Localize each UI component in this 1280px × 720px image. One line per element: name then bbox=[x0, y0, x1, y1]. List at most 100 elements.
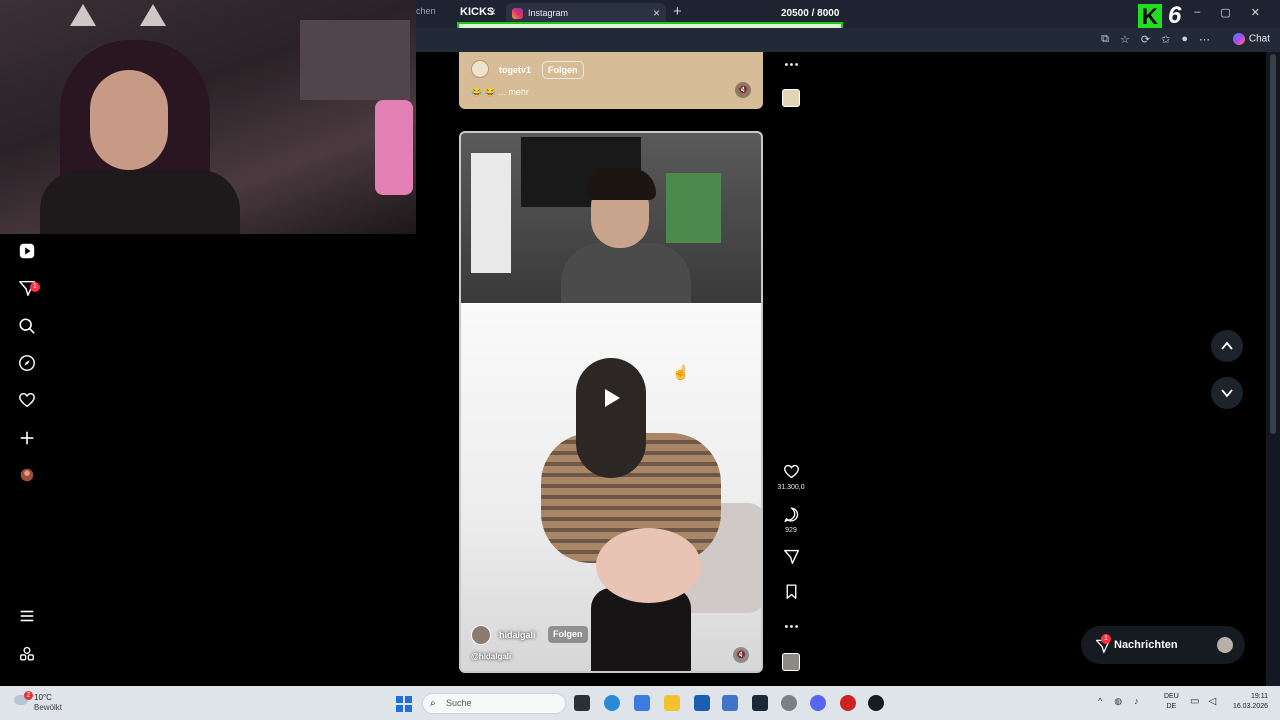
close-window-icon[interactable]: ✕ bbox=[1251, 6, 1260, 19]
dancer-hair bbox=[576, 358, 646, 478]
previous-reel-button[interactable] bbox=[1211, 330, 1243, 362]
window-controls: – ▢ ✕ bbox=[1194, 6, 1260, 19]
next-reel-button[interactable] bbox=[1211, 377, 1243, 409]
discord-icon[interactable] bbox=[810, 695, 826, 711]
comment-icon[interactable] bbox=[781, 506, 801, 528]
post-username[interactable]: hidalgali bbox=[499, 630, 536, 640]
audio-thumbnail[interactable] bbox=[782, 653, 800, 671]
monitor bbox=[666, 173, 721, 243]
more-options-icon[interactable] bbox=[781, 618, 801, 640]
share-icon[interactable] bbox=[781, 548, 801, 570]
new-tab-button[interactable]: + bbox=[673, 3, 682, 20]
avatar[interactable] bbox=[471, 625, 491, 645]
reel-post[interactable]: togetv1 Folgen 😂 😂 ... mehr 🔇 bbox=[459, 52, 763, 109]
instagram-sidebar bbox=[0, 234, 416, 686]
display-icon[interactable]: ▭ bbox=[1190, 696, 1199, 707]
copilot-icon[interactable] bbox=[634, 695, 650, 711]
avatar bbox=[1217, 637, 1233, 653]
threads-apps-icon[interactable] bbox=[17, 644, 37, 664]
search-icon[interactable] bbox=[17, 316, 37, 336]
post-handle[interactable]: @hidalgali bbox=[471, 652, 511, 661]
chevron-up-icon bbox=[1221, 341, 1233, 350]
date: 16.03.2026 bbox=[1232, 703, 1268, 710]
cat-ear-left bbox=[70, 4, 96, 26]
chevron-up-icon[interactable]: ^ bbox=[1098, 696, 1102, 707]
reels-icon[interactable] bbox=[17, 241, 37, 261]
close-icon[interactable]: × bbox=[489, 5, 496, 19]
messages-badge: 1 bbox=[1101, 634, 1111, 644]
scrollbar-thumb[interactable] bbox=[1270, 54, 1276, 434]
mute-icon[interactable]: 🔇 bbox=[735, 82, 751, 98]
store-icon[interactable] bbox=[694, 695, 710, 711]
steam-icon[interactable] bbox=[868, 695, 884, 711]
chevron-down-icon bbox=[1221, 389, 1233, 398]
microphone-icon[interactable]: ♪ bbox=[1134, 696, 1139, 707]
profile-avatar[interactable] bbox=[17, 465, 37, 485]
messages-button[interactable]: 1 Nachrichten bbox=[1081, 626, 1245, 664]
post-caption[interactable]: 😂 😂 ... mehr bbox=[471, 87, 529, 98]
edge-icon[interactable] bbox=[604, 695, 620, 711]
scrollbar[interactable] bbox=[1266, 52, 1280, 686]
copilot-chat-button[interactable]: Chat bbox=[1232, 33, 1270, 45]
app-icon[interactable] bbox=[840, 695, 856, 711]
reel-post[interactable]: hidalgali Folgen @hidalgali 🔇 bbox=[459, 131, 763, 673]
network-icon[interactable]: ◍ bbox=[1114, 696, 1122, 707]
audio-thumbnail[interactable] bbox=[782, 89, 800, 107]
kick-count: 6 bbox=[1168, 2, 1182, 29]
reaction-video-frame bbox=[461, 133, 761, 303]
language-indicator[interactable]: DEU DE bbox=[1164, 692, 1179, 712]
close-icon[interactable]: × bbox=[653, 6, 660, 20]
more-menu-icon[interactable]: ⋯ bbox=[1199, 33, 1210, 46]
follow-button[interactable]: Folgen bbox=[542, 61, 584, 79]
weather-badge: 2 bbox=[24, 691, 33, 700]
kick-logo-icon: K bbox=[1138, 4, 1162, 30]
volume-icon[interactable]: ◁ bbox=[1208, 696, 1216, 707]
notification-badge: 1 bbox=[30, 282, 40, 292]
clock[interactable]: 19:11 16.03.2026 bbox=[1222, 692, 1268, 712]
lang-code: DEU bbox=[1164, 693, 1179, 700]
search-icon: ⌕ bbox=[430, 698, 436, 709]
avatar[interactable] bbox=[471, 60, 489, 78]
windows-start-icon[interactable] bbox=[396, 696, 412, 712]
split-screen-icon[interactable]: ⧉ bbox=[1101, 33, 1109, 46]
person-body bbox=[561, 243, 691, 303]
previous-tab-fragment[interactable]: chen bbox=[416, 6, 436, 16]
outlook-icon[interactable] bbox=[722, 695, 738, 711]
maximize-icon[interactable]: ▢ bbox=[1220, 6, 1230, 19]
follow-button[interactable]: Folgen bbox=[547, 625, 589, 644]
more-options-icon[interactable] bbox=[781, 56, 801, 78]
play-icon[interactable] bbox=[598, 385, 624, 411]
goal-counter: 20500 / 8000 bbox=[781, 8, 840, 19]
mute-icon[interactable]: 🔇 bbox=[733, 647, 749, 663]
hand-cursor-icon: ☝ bbox=[672, 364, 690, 380]
minimize-icon[interactable]: – bbox=[1194, 6, 1200, 19]
explore-compass-icon[interactable] bbox=[17, 353, 37, 373]
heart-icon[interactable] bbox=[17, 390, 37, 410]
cat-ear-right bbox=[140, 4, 166, 26]
system-tray-icons: ▭ ◁ bbox=[1190, 696, 1216, 707]
shelf bbox=[471, 153, 511, 273]
copilot-icon bbox=[1232, 33, 1245, 45]
comment-count: 929 bbox=[785, 527, 797, 534]
chat-label: Chat bbox=[1248, 33, 1270, 45]
taskbar-search-input[interactable]: ⌕ Suche bbox=[422, 693, 566, 714]
webcam-face bbox=[90, 70, 168, 170]
create-plus-icon[interactable] bbox=[17, 428, 37, 448]
post-username[interactable]: togetv1 bbox=[499, 65, 531, 75]
favorites-icon[interactable]: ✩ bbox=[1161, 33, 1170, 46]
bookmark-icon[interactable] bbox=[781, 583, 801, 605]
extensions-icon[interactable]: ⟳ bbox=[1141, 33, 1150, 46]
menu-hamburger-icon[interactable] bbox=[17, 606, 37, 626]
windows-taskbar: 2 10°C Bewölkt ⌕ Suche ^ ◍ ♪ DEU DE ▭ ◁ 1… bbox=[0, 686, 1280, 720]
weather-temp: 10°C bbox=[34, 693, 52, 702]
task-view-icon[interactable] bbox=[574, 695, 590, 711]
time: 19:11 bbox=[1251, 693, 1268, 700]
favorite-star-icon[interactable]: ☆ bbox=[1120, 33, 1130, 46]
like-heart-icon[interactable] bbox=[781, 463, 801, 485]
webcam-overlay bbox=[0, 0, 416, 234]
webcam-body bbox=[40, 170, 240, 234]
file-explorer-icon[interactable] bbox=[664, 695, 680, 711]
settings-gear-icon[interactable] bbox=[781, 695, 797, 711]
profile-icon[interactable]: ● bbox=[1181, 33, 1188, 46]
app-icon[interactable] bbox=[752, 695, 768, 711]
